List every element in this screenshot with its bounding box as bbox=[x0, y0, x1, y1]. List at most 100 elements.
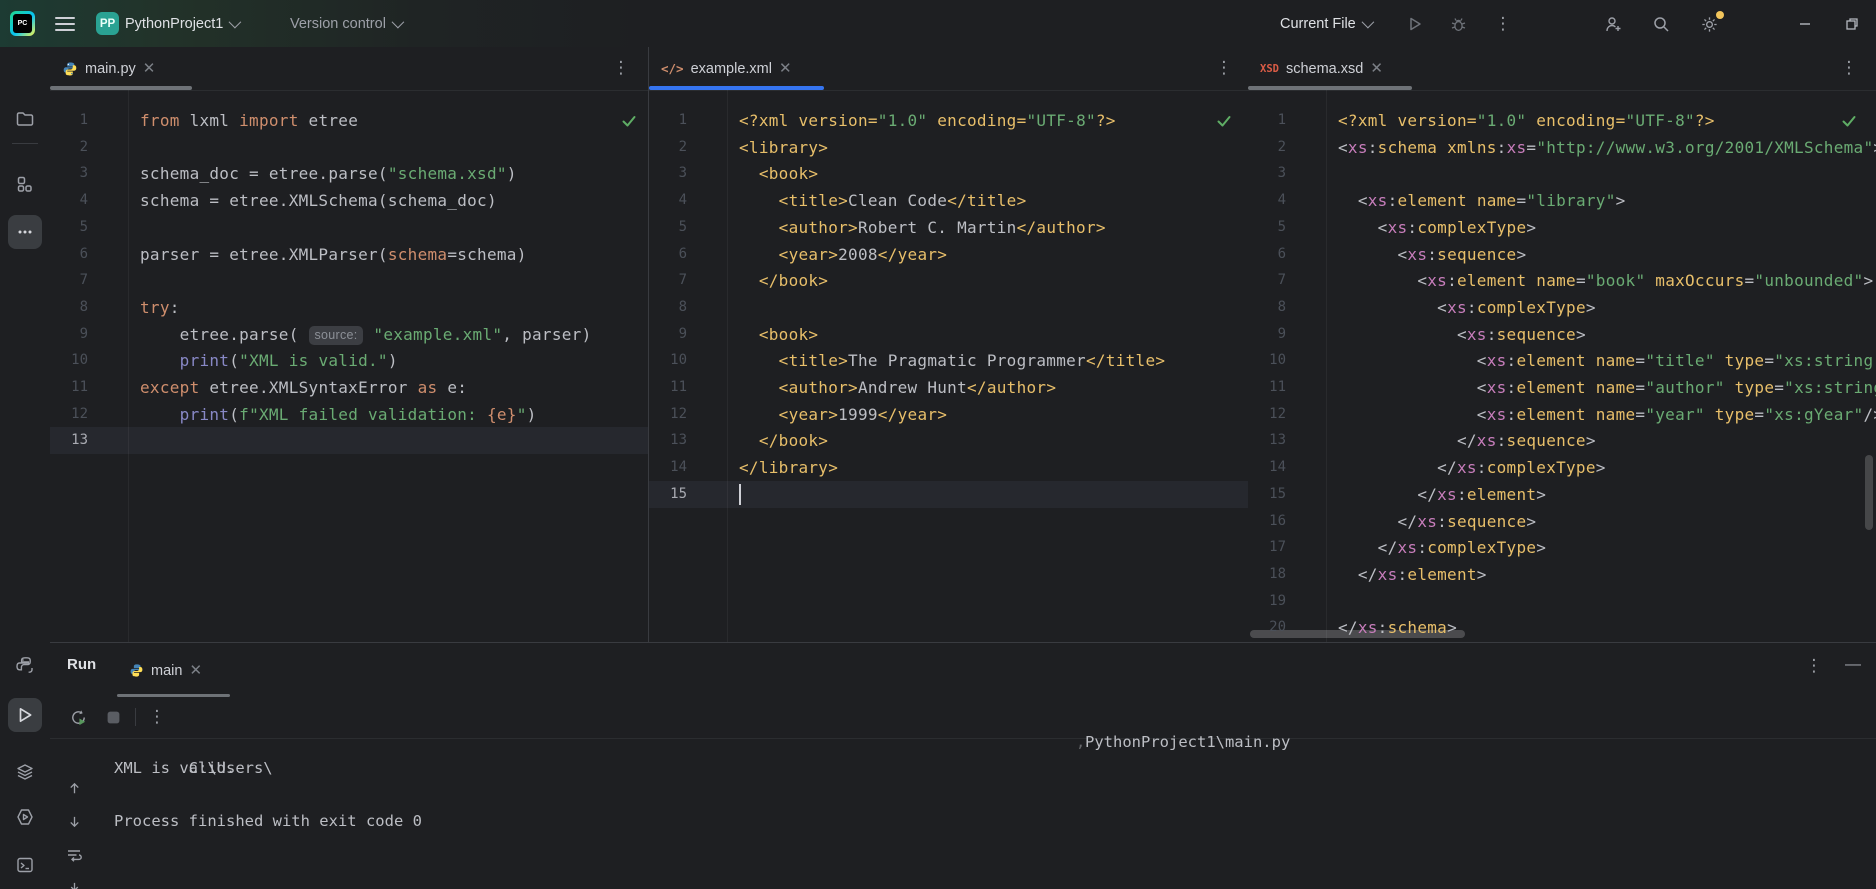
project-tool-icon[interactable] bbox=[8, 102, 42, 136]
more-tool-windows-icon[interactable] bbox=[8, 215, 42, 249]
inspection-ok-icon[interactable] bbox=[1215, 112, 1233, 130]
close-icon[interactable]: ✕ bbox=[189, 663, 202, 678]
line-number[interactable]: 5 bbox=[1248, 214, 1286, 241]
code-line: 13 </book> bbox=[649, 427, 1249, 454]
restore-window-icon[interactable] bbox=[1840, 12, 1864, 36]
line-number[interactable]: 6 bbox=[50, 241, 88, 268]
line-number[interactable]: 8 bbox=[1248, 294, 1286, 321]
editor-options-icon[interactable]: ⋮ bbox=[1840, 60, 1858, 78]
line-number[interactable]: 15 bbox=[1248, 481, 1286, 508]
code-line: 12 print(f"XML failed validation: {e}") bbox=[50, 401, 648, 428]
line-number[interactable]: 3 bbox=[50, 160, 88, 187]
line-number[interactable]: 11 bbox=[649, 374, 687, 401]
run-console[interactable]: C:\Users\ , PythonProject1\main.py XML i… bbox=[50, 733, 1876, 889]
line-number[interactable]: 13 bbox=[1248, 427, 1286, 454]
line-number[interactable]: 13 bbox=[649, 427, 687, 454]
run-tool-icon[interactable] bbox=[8, 698, 42, 732]
code-line: 3 <book> bbox=[649, 160, 1249, 187]
structure-tool-icon[interactable] bbox=[8, 167, 42, 201]
line-number[interactable]: 11 bbox=[50, 374, 88, 401]
line-number[interactable]: 9 bbox=[649, 321, 687, 348]
python-console-tool-icon[interactable] bbox=[8, 800, 42, 834]
code-line: 7 </book> bbox=[649, 267, 1249, 294]
close-icon[interactable]: ✕ bbox=[1370, 61, 1383, 76]
run-configuration-selector[interactable]: Current File bbox=[1280, 0, 1375, 47]
line-number[interactable]: 3 bbox=[1248, 160, 1286, 187]
tab-example-xml[interactable]: </> example.xml ✕ bbox=[649, 47, 802, 90]
terminal-tool-icon[interactable] bbox=[8, 848, 42, 882]
line-number[interactable]: 9 bbox=[1248, 321, 1286, 348]
line-number[interactable]: 18 bbox=[1248, 561, 1286, 588]
code-editor-example-xml[interactable]: 1 <?xml version="1.0" encoding="UTF-8"?> 2… bbox=[649, 90, 1249, 642]
line-number[interactable]: 7 bbox=[50, 267, 88, 294]
line-number[interactable]: 1 bbox=[649, 107, 687, 134]
line-number[interactable]: 5 bbox=[649, 214, 687, 241]
next-occurrence-icon[interactable] bbox=[64, 811, 84, 831]
inspection-ok-icon[interactable] bbox=[1840, 112, 1858, 130]
more-actions-icon[interactable]: ⋮ bbox=[1491, 12, 1515, 36]
line-number[interactable]: 10 bbox=[1248, 347, 1286, 374]
python-packages-tool-icon[interactable] bbox=[8, 648, 42, 682]
line-number[interactable]: 2 bbox=[50, 134, 88, 161]
run-options-icon[interactable]: ⋮ bbox=[1805, 658, 1823, 676]
add-user-icon[interactable] bbox=[1601, 12, 1625, 36]
line-number[interactable]: 12 bbox=[50, 401, 88, 428]
editor-options-icon[interactable]: ⋮ bbox=[1215, 60, 1233, 78]
tab-schema-xsd[interactable]: XSD schema.xsd ✕ bbox=[1248, 47, 1393, 90]
run-button[interactable] bbox=[1403, 12, 1427, 36]
line-number[interactable]: 4 bbox=[1248, 187, 1286, 214]
run-more-icon[interactable]: ⋮ bbox=[146, 706, 168, 728]
line-number[interactable]: 10 bbox=[649, 347, 687, 374]
line-number[interactable]: 3 bbox=[649, 160, 687, 187]
line-number[interactable]: 12 bbox=[1248, 401, 1286, 428]
code-line: 15 </xs:element> bbox=[1248, 481, 1876, 508]
editor-options-icon[interactable]: ⋮ bbox=[612, 60, 630, 78]
tab-main-py[interactable]: main.py ✕ bbox=[50, 47, 165, 90]
line-number[interactable]: 10 bbox=[50, 347, 88, 374]
line-number[interactable]: 19 bbox=[1248, 588, 1286, 615]
stop-icon[interactable] bbox=[102, 706, 124, 728]
line-number[interactable]: 14 bbox=[649, 454, 687, 481]
scroll-to-end-icon[interactable] bbox=[64, 878, 84, 889]
close-icon[interactable]: ✕ bbox=[143, 61, 156, 76]
line-number[interactable]: 8 bbox=[50, 294, 88, 321]
line-number[interactable]: 5 bbox=[50, 214, 88, 241]
main-menu-icon[interactable] bbox=[55, 0, 75, 47]
vcs-widget[interactable]: Version control bbox=[290, 0, 405, 47]
code-editor-main-py[interactable]: 1 from lxml import etree 2 3 schema_doc = et… bbox=[50, 90, 648, 642]
search-icon[interactable] bbox=[1649, 12, 1673, 36]
tab-bar: XSD schema.xsd ✕ ⋮ bbox=[1248, 47, 1876, 91]
line-number[interactable]: 4 bbox=[50, 187, 88, 214]
line-number[interactable]: 1 bbox=[1248, 107, 1286, 134]
inspection-ok-icon[interactable] bbox=[620, 112, 638, 130]
hide-tool-window-icon[interactable]: — bbox=[1845, 656, 1861, 674]
line-number[interactable]: 6 bbox=[1248, 241, 1286, 268]
line-number[interactable]: 11 bbox=[1248, 374, 1286, 401]
line-number[interactable]: 8 bbox=[649, 294, 687, 321]
line-number[interactable]: 13 bbox=[50, 427, 88, 454]
close-icon[interactable]: ✕ bbox=[779, 61, 792, 76]
line-number[interactable]: 12 bbox=[649, 401, 687, 428]
previous-occurrence-icon[interactable] bbox=[64, 778, 84, 798]
line-number[interactable]: 16 bbox=[1248, 508, 1286, 535]
rerun-icon[interactable] bbox=[67, 706, 89, 728]
line-number[interactable]: 14 bbox=[1248, 454, 1286, 481]
line-number[interactable]: 17 bbox=[1248, 534, 1286, 561]
line-number[interactable]: 15 bbox=[649, 481, 687, 508]
line-number[interactable]: 7 bbox=[649, 267, 687, 294]
line-number[interactable]: 1 bbox=[50, 107, 88, 134]
code-editor-schema-xsd[interactable]: 1 <?xml version="1.0" encoding="UTF-8"?> 2… bbox=[1248, 90, 1876, 642]
line-number[interactable]: 7 bbox=[1248, 267, 1286, 294]
soft-wrap-icon[interactable] bbox=[64, 845, 84, 865]
project-widget[interactable]: PP PythonProject1 bbox=[96, 0, 242, 47]
line-number[interactable]: 20 bbox=[1248, 614, 1286, 641]
minimize-window-icon[interactable] bbox=[1793, 12, 1817, 36]
line-number[interactable]: 6 bbox=[649, 241, 687, 268]
line-number[interactable]: 2 bbox=[1248, 134, 1286, 161]
line-number[interactable]: 4 bbox=[649, 187, 687, 214]
debug-icon[interactable] bbox=[1446, 12, 1470, 36]
line-number[interactable]: 2 bbox=[649, 134, 687, 161]
run-tab-main[interactable]: main ✕ bbox=[117, 643, 214, 698]
services-tool-icon[interactable] bbox=[8, 755, 42, 789]
line-number[interactable]: 9 bbox=[50, 321, 88, 348]
